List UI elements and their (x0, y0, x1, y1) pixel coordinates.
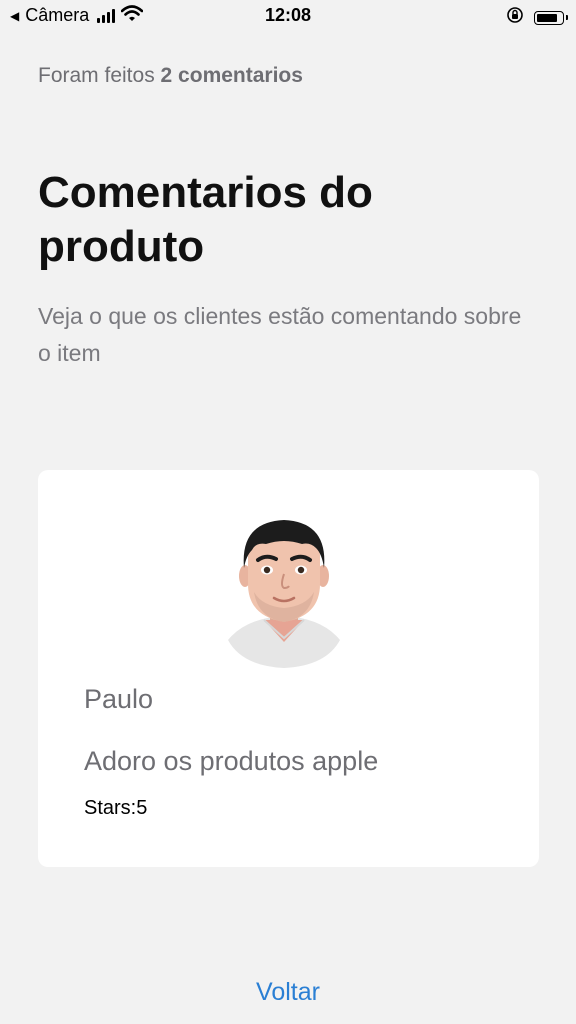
battery-icon (534, 10, 568, 25)
back-button[interactable]: Voltar (0, 978, 576, 1007)
comment-card: Paulo Adoro os produtos apple Stars:5 (38, 470, 539, 867)
avatar (226, 514, 342, 670)
status-bar-time: 12:08 (264, 5, 312, 25)
orientation-lock-icon (506, 6, 524, 29)
page-subtitle: Veja o que os clientes estão comentando … (38, 303, 522, 366)
comment-author: Paulo (84, 684, 154, 714)
comment-count: Foram feitos 2 comentarios (38, 64, 303, 88)
comment-count-value: 2 comentarios (160, 64, 303, 87)
status-bar-right (506, 6, 568, 29)
comment-stars: Stars:5 (84, 797, 148, 819)
comment-text: Adoro os produtos apple (84, 746, 379, 776)
status-bar: ◀ Câmera 12:08 (0, 0, 576, 32)
comment-count-prefix: Foram feitos (38, 64, 155, 87)
page-title: Comentarios do produto (38, 168, 373, 271)
